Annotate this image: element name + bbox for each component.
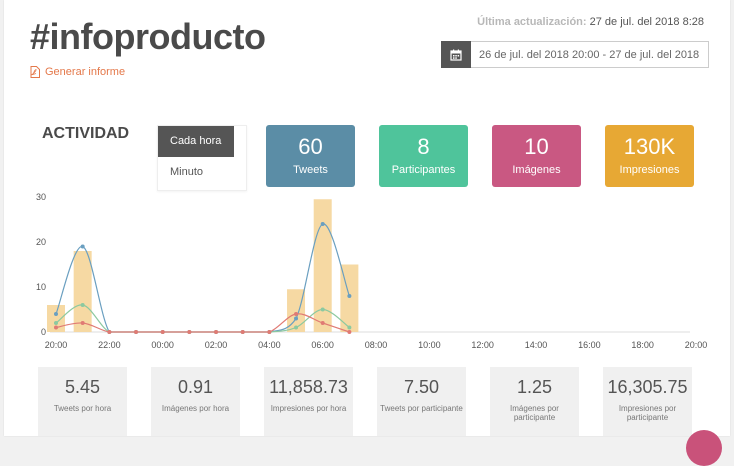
x-tick-label: 02:00 (205, 340, 228, 350)
series-point (187, 330, 192, 334)
y-tick-label: 10 (36, 282, 46, 292)
metric-label: Imágenes por hora (161, 404, 230, 413)
x-tick-label: 08:00 (365, 340, 388, 350)
metric-label: Tweets por participante (380, 404, 463, 413)
series-point (347, 325, 352, 330)
series-point (294, 312, 299, 316)
metric-value: 7.50 (403, 377, 440, 397)
series-point (320, 222, 325, 226)
series-point (80, 244, 85, 249)
metric-label: Tweets por hora (53, 404, 112, 413)
metric-images-per-hour: 0.91 Imágenes por hora (151, 367, 240, 436)
metric-tweets-per-hour: 5.45 Tweets por hora (38, 367, 127, 436)
metric-label: Impresiones por participante (618, 404, 677, 422)
metric-images-per-participant: 1.25 Imágenes por participante (490, 367, 579, 436)
help-fab-button[interactable] (686, 430, 722, 466)
y-tick-label: 20 (36, 237, 46, 247)
x-tick-label: 00:00 (151, 340, 174, 350)
y-tick-label: 0 (41, 327, 46, 337)
metric-value: 16,305.75 (607, 377, 688, 397)
series-line (55, 304, 350, 333)
series-point (320, 321, 325, 325)
series-point (54, 325, 58, 330)
metric-tweets-per-participant: 7.50 Tweets por participante (377, 367, 466, 436)
metric-label: Impresiones por hora (270, 404, 347, 413)
series-point (54, 321, 58, 325)
series-point (54, 312, 58, 316)
x-tick-label: 22:00 (98, 340, 121, 350)
series-point (134, 330, 139, 334)
metric-impressions-per-hour: 11,858.73 Impresiones por hora (264, 367, 353, 436)
x-tick-label: 04:00 (258, 340, 281, 350)
x-tick-label: 06:00 (311, 340, 334, 350)
x-tick-label: 10:00 (418, 340, 441, 350)
x-tick-label: 18:00 (631, 340, 654, 350)
series-point (214, 330, 219, 334)
x-tick-label: 14:00 (525, 340, 548, 350)
metric-value: 1.25 (516, 377, 553, 397)
series-point (267, 330, 272, 334)
series-point (347, 294, 352, 298)
x-tick-label: 12:00 (471, 340, 494, 350)
series-point (80, 321, 85, 325)
x-tick-label: 16:00 (578, 340, 601, 350)
metric-impressions-per-participant: 16,305.75 Impresiones por participante (603, 367, 692, 436)
metric-value: 0.91 (177, 377, 214, 397)
metric-value: 11,858.73 (269, 377, 348, 397)
series-point (240, 330, 245, 334)
series-point (294, 316, 299, 321)
y-tick-label: 30 (36, 192, 46, 202)
series-point (80, 303, 85, 307)
series-point (347, 330, 352, 334)
activity-chart: 0 10 20 30 20:00 22:00 00:00 02:00 04:00 06:00 08:… (36, 192, 708, 350)
series-point (107, 330, 112, 334)
series-point (320, 307, 325, 312)
x-tick-label: 20:00 (685, 340, 708, 350)
metric-value: 5.45 (64, 377, 101, 397)
series-point (160, 330, 165, 334)
dashboard-card: #infoproducto Generar informe Última act… (4, 0, 730, 436)
series-point (294, 325, 299, 330)
x-tick-label: 20:00 (45, 340, 68, 350)
chart-bar (73, 251, 92, 332)
metric-label: Imágenes por participante (510, 404, 559, 422)
